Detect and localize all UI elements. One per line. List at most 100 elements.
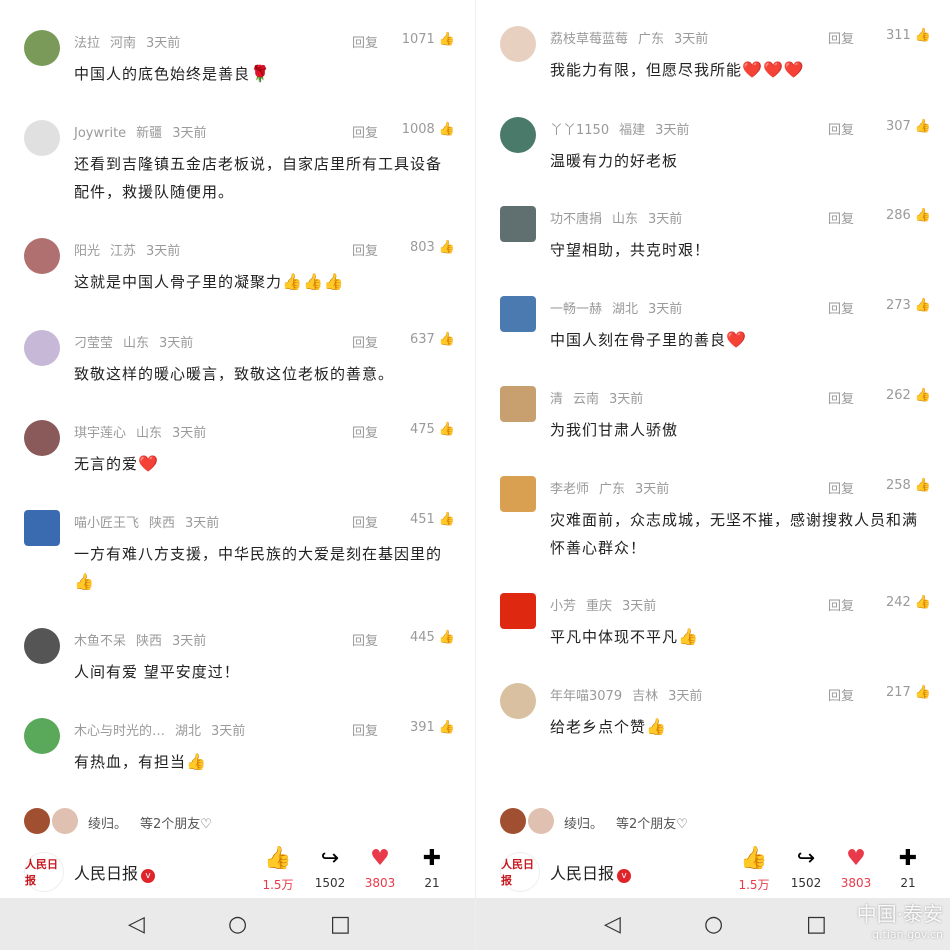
reply-button[interactable]: 回复 xyxy=(352,332,378,351)
avatar[interactable] xyxy=(24,628,60,664)
comment-meta: 丫丫1150 福建 3天前 xyxy=(550,119,699,138)
avatar[interactable] xyxy=(500,476,536,512)
comment-text: 人间有爱 望平安度过！ xyxy=(74,658,454,686)
like-button[interactable]: 803 👍 xyxy=(410,240,455,255)
reply-button[interactable]: 回复 xyxy=(828,208,854,227)
favorite-action-button[interactable]: ♥ 3803 xyxy=(832,846,880,890)
avatar[interactable] xyxy=(24,330,60,366)
share-action-button[interactable]: ↪ 1502 xyxy=(782,846,830,890)
like-button[interactable]: 286 👍 xyxy=(886,208,931,223)
reply-button[interactable]: 回复 xyxy=(352,122,378,141)
like-button[interactable]: 217 👍 xyxy=(886,685,931,700)
username[interactable]: 年年喵3079 xyxy=(550,689,622,704)
avatar[interactable] xyxy=(500,386,536,422)
like-button[interactable]: 258 👍 xyxy=(886,478,931,493)
username[interactable]: 荔枝草莓蓝莓 xyxy=(550,32,628,47)
thumbs-up-icon: 👍 xyxy=(914,208,931,223)
friends-liked-row[interactable]: 绫归。 等2个朋友♡ xyxy=(24,808,464,836)
recents-icon[interactable]: □ xyxy=(330,912,351,937)
username[interactable]: 小芳 xyxy=(550,599,576,614)
comment-meta: 功不唐捐 山东 3天前 xyxy=(550,208,692,227)
username[interactable]: Joywrite xyxy=(74,126,126,141)
comment-plus-icon: ✚ xyxy=(422,846,442,871)
reply-button[interactable]: 回复 xyxy=(828,119,854,138)
avatar[interactable] xyxy=(500,683,536,719)
username[interactable]: 阳光 xyxy=(74,244,100,259)
like-button[interactable]: 1008 👍 xyxy=(402,122,455,137)
like-button[interactable]: 307 👍 xyxy=(886,119,931,134)
comment-meta: 清云南 3天前 xyxy=(550,388,653,407)
username[interactable]: 清 xyxy=(550,392,563,407)
thumbs-up-icon: 👍 xyxy=(438,122,455,137)
thumbs-up-icon: 👍 xyxy=(914,119,931,134)
username[interactable]: 刁莹莹 xyxy=(74,336,113,351)
like-button[interactable]: 242 👍 xyxy=(886,595,931,610)
favorite-action-button[interactable]: ♥ 3803 xyxy=(356,846,404,890)
reply-button[interactable]: 回复 xyxy=(828,595,854,614)
outlet-logo[interactable]: 人民日报 xyxy=(500,852,540,892)
username[interactable]: 丫丫1150 xyxy=(550,123,609,138)
avatar[interactable] xyxy=(24,238,60,274)
timestamp: 3天前 xyxy=(172,126,207,141)
reply-button[interactable]: 回复 xyxy=(828,298,854,317)
like-button[interactable]: 311 👍 xyxy=(886,28,931,43)
like-action-button[interactable]: 👍 1.5万 xyxy=(254,846,302,893)
avatar[interactable] xyxy=(24,510,60,546)
reply-button[interactable]: 回复 xyxy=(828,685,854,704)
username[interactable]: 李老师 xyxy=(550,482,589,497)
comment-action-button[interactable]: ✚ 21 xyxy=(408,846,456,890)
reply-button[interactable]: 回复 xyxy=(352,630,378,649)
like-button[interactable]: 1071 👍 xyxy=(402,32,455,47)
outlet-name[interactable]: 人民日报 v xyxy=(74,860,156,884)
recents-icon[interactable]: □ xyxy=(806,912,827,937)
username[interactable]: 木心与时光的… xyxy=(74,724,165,739)
friend-avatar xyxy=(52,808,78,834)
reply-button[interactable]: 回复 xyxy=(352,32,378,51)
china-flag-avatar[interactable] xyxy=(500,593,536,629)
avatar[interactable] xyxy=(500,26,536,62)
avatar[interactable] xyxy=(24,718,60,754)
reply-button[interactable]: 回复 xyxy=(352,240,378,259)
avatar[interactable] xyxy=(24,420,60,456)
reply-button[interactable]: 回复 xyxy=(352,512,378,531)
reply-button[interactable]: 回复 xyxy=(352,720,378,739)
reply-button[interactable]: 回复 xyxy=(828,478,854,497)
avatar[interactable] xyxy=(500,296,536,332)
home-icon[interactable]: ○ xyxy=(228,912,247,937)
region: 吉林 xyxy=(632,689,659,704)
thumbs-up-icon: 👍 xyxy=(914,685,931,700)
back-icon[interactable]: ◁ xyxy=(604,912,621,937)
reply-button[interactable]: 回复 xyxy=(828,388,854,407)
avatar[interactable] xyxy=(500,117,536,153)
username[interactable]: 一畅一赫 xyxy=(550,302,602,317)
share-action-button[interactable]: ↪ 1502 xyxy=(306,846,354,890)
friends-liked-row[interactable]: 绫归。 等2个朋友♡ xyxy=(500,808,940,836)
username[interactable]: 喵小匠王飞 xyxy=(74,516,139,531)
like-button[interactable]: 445 👍 xyxy=(410,630,455,645)
comment-meta: 法拉 河南 3天前 xyxy=(74,32,190,51)
username[interactable]: 功不唐捐 xyxy=(550,212,602,227)
back-icon[interactable]: ◁ xyxy=(128,912,145,937)
like-button[interactable]: 637 👍 xyxy=(410,332,455,347)
avatar[interactable] xyxy=(500,206,536,242)
like-button[interactable]: 273 👍 xyxy=(886,298,931,313)
comment-meta: 琪宇莲心 山东 3天前 xyxy=(74,422,216,441)
reply-button[interactable]: 回复 xyxy=(352,422,378,441)
like-button[interactable]: 475 👍 xyxy=(410,422,455,437)
like-action-button[interactable]: 👍 1.5万 xyxy=(730,846,778,893)
like-button[interactable]: 391 👍 xyxy=(410,720,455,735)
username[interactable]: 琪宇莲心 xyxy=(74,426,126,441)
home-icon[interactable]: ○ xyxy=(704,912,723,937)
region: 湖北 xyxy=(175,724,202,739)
avatar[interactable] xyxy=(24,30,60,66)
comment-action-button[interactable]: ✚ 21 xyxy=(884,846,932,890)
reply-button[interactable]: 回复 xyxy=(828,28,854,47)
outlet-name[interactable]: 人民日报 v xyxy=(550,860,632,884)
friend-name: 绫归。 xyxy=(88,817,128,832)
avatar[interactable] xyxy=(24,120,60,156)
like-button[interactable]: 262 👍 xyxy=(886,388,931,403)
like-button[interactable]: 451 👍 xyxy=(410,512,455,527)
username[interactable]: 木鱼不呆 xyxy=(74,634,126,649)
outlet-logo[interactable]: 人民日报 xyxy=(24,852,64,892)
username[interactable]: 法拉 xyxy=(74,36,100,51)
